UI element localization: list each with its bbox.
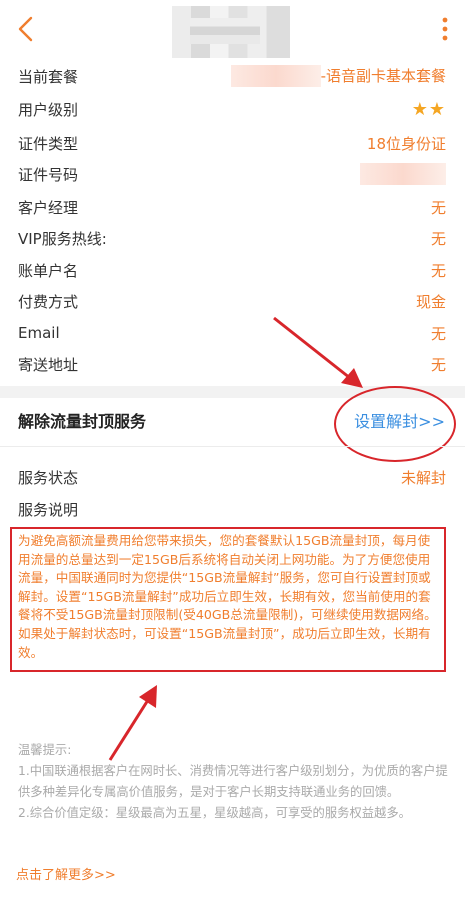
tips-title: 温馨提示: <box>18 743 72 757</box>
row-label: 当前套餐 <box>18 67 79 86</box>
tips-section: 温馨提示: 1.中国联通根据客户在网时长、消费情况等进行客户级别划分，为优质的客… <box>18 740 450 824</box>
row-id-number: 证件号码 <box>18 159 446 189</box>
row-label: 证件类型 <box>18 134 79 153</box>
tip-item-1: 1.中国联通根据客户在网时长、消费情况等进行客户级别划分，为优质的客户提供多种差… <box>18 764 448 799</box>
row-label: 服务说明 <box>18 500 79 519</box>
row-label: Email <box>18 324 60 342</box>
row-payment-method: 付费方式 现金 <box>18 286 446 316</box>
top-bar <box>0 0 465 58</box>
row-value: 无 <box>430 198 446 217</box>
star-rating: ★★ <box>411 98 446 120</box>
more-vertical-icon[interactable] <box>439 14 451 44</box>
row-vip-hotline: VIP服务热线: 无 <box>18 223 446 253</box>
learn-more-link[interactable]: 点击了解更多>> <box>16 864 116 883</box>
annotation-circle <box>334 386 456 462</box>
row-value <box>360 163 446 185</box>
row-label: 账单户名 <box>18 261 79 280</box>
row-label: 客户经理 <box>18 198 79 217</box>
blurred-plan-prefix <box>230 65 321 88</box>
flow-cap-section-title: 解除流量封顶服务 <box>18 412 147 431</box>
row-value: 现金 <box>415 292 446 311</box>
row-value: -语音副卡基本套餐 <box>230 65 446 88</box>
row-value: 无 <box>430 261 446 280</box>
row-label: VIP服务热线: <box>18 229 107 248</box>
row-service-description: 服务说明 <box>18 494 446 524</box>
blurred-id-number <box>360 163 446 185</box>
row-bill-name: 账单户名 无 <box>18 255 446 285</box>
section-separator <box>0 446 465 447</box>
row-value: 无 <box>430 324 446 343</box>
row-service-status: 服务状态 未解封 <box>18 462 446 492</box>
row-mailing-address: 寄送地址 无 <box>18 349 446 379</box>
chevron-left-icon[interactable] <box>14 14 38 44</box>
tip-item-2: 2.综合价值定级：星级最高为五星，星级越高，可享受的服务权益越多。 <box>18 806 411 820</box>
row-email: Email 无 <box>18 318 446 348</box>
row-current-plan: 当前套餐 -语音副卡基本套餐 <box>18 61 446 91</box>
row-value: 无 <box>430 229 446 248</box>
service-description-text: 为避免高额流量费用给您带来损失，您的套餐默认15GB流量封顶，每月使用流量的总量… <box>10 527 446 672</box>
row-label: 付费方式 <box>18 292 79 311</box>
row-value: 无 <box>430 355 446 374</box>
row-label: 证件号码 <box>18 165 79 184</box>
row-user-level: 用户级别 ★★ <box>18 94 446 124</box>
status-value: 未解封 <box>400 468 446 487</box>
row-value: 18位身份证 <box>366 134 446 153</box>
row-id-type: 证件类型 18位身份证 <box>18 128 446 158</box>
row-account-manager: 客户经理 无 <box>18 192 446 222</box>
row-label: 服务状态 <box>18 468 79 487</box>
row-label: 寄送地址 <box>18 355 79 374</box>
page-title-blurred <box>172 6 290 58</box>
row-label: 用户级别 <box>18 100 79 119</box>
